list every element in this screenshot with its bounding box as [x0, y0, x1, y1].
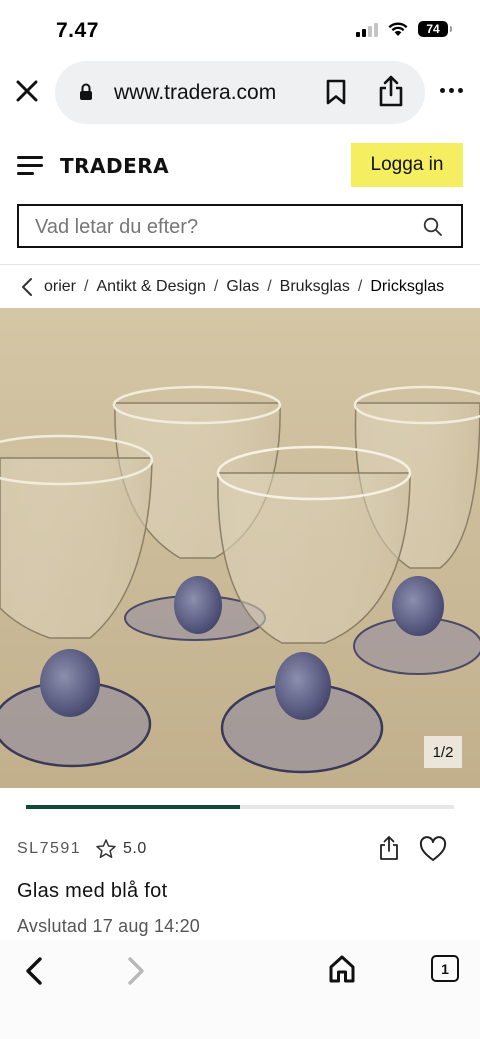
glasses-photo [0, 308, 480, 788]
breadcrumb-item[interactable]: Glas [226, 278, 259, 296]
home-icon[interactable] [328, 954, 356, 984]
search-box [17, 204, 463, 248]
breadcrumb-separator: / [267, 278, 272, 295]
menu-icon[interactable] [17, 156, 43, 176]
browser-bar: www.tradera.com [0, 60, 480, 126]
status-icons: 74 [356, 21, 452, 37]
breadcrumb: orier / Antikt & Design / Glas / Bruksgl… [0, 264, 480, 308]
status-time: 7.47 [56, 19, 99, 42]
login-button[interactable]: Logga in [351, 143, 463, 187]
breadcrumb-list: orier / Antikt & Design / Glas / Bruksgl… [44, 278, 444, 296]
item-meta: SL7591 5.0 [17, 835, 463, 863]
battery-icon: 74 [418, 21, 452, 37]
image-counter: 1/2 [424, 736, 462, 768]
wifi-icon [388, 22, 408, 36]
chevron-left-icon[interactable] [20, 277, 34, 297]
share-icon[interactable] [377, 75, 405, 107]
close-icon[interactable] [14, 78, 40, 104]
image-progress-fill [26, 805, 240, 809]
seller-rating: 5.0 [123, 840, 147, 857]
back-icon[interactable] [22, 956, 46, 986]
breadcrumb-separator: / [213, 278, 219, 295]
breadcrumb-item[interactable]: orier [44, 278, 76, 296]
star-icon [96, 839, 116, 859]
heart-icon[interactable] [419, 836, 447, 862]
search-input[interactable] [35, 214, 415, 240]
forward-icon[interactable] [124, 956, 148, 986]
url-text: www.tradera.com [114, 81, 277, 104]
cellular-signal-icon [356, 21, 378, 37]
auction-ended-text: Avslutad 17 aug 14:20 [17, 916, 201, 936]
item-id: SL7591 [17, 840, 82, 857]
breadcrumb-current[interactable]: Dricksglas [370, 278, 444, 296]
url-bar[interactable]: www.tradera.com [55, 61, 425, 124]
tabs-button[interactable]: 1 [431, 955, 459, 982]
browser-toolbar: 1 [0, 940, 480, 1039]
share-icon[interactable] [378, 835, 400, 861]
search-icon[interactable] [423, 217, 443, 237]
site-header: TRADERA Logga in [0, 140, 480, 192]
breadcrumb-item[interactable]: Bruksglas [280, 278, 350, 296]
lock-icon [80, 83, 92, 100]
more-options-icon[interactable] [440, 88, 463, 93]
breadcrumb-separator: / [357, 278, 363, 295]
bookmark-icon[interactable] [325, 79, 347, 105]
image-progress [26, 805, 454, 809]
site-logo[interactable]: TRADERA [60, 154, 169, 178]
breadcrumb-separator: / [84, 278, 89, 295]
breadcrumb-item[interactable]: Antikt & Design [96, 278, 205, 296]
product-image[interactable]: 1/2 [0, 308, 480, 788]
status-bar: 7.47 74 [0, 0, 480, 60]
item-title: Glas med blå fot [17, 880, 168, 902]
